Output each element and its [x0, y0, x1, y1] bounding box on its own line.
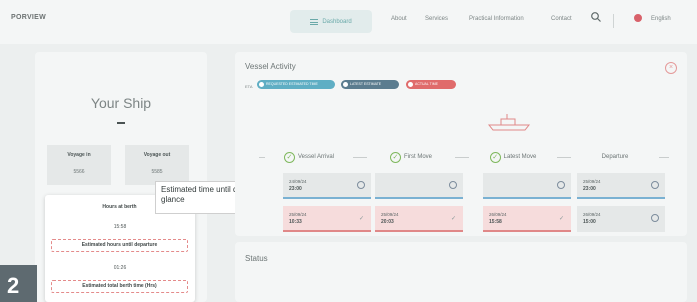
nav-services[interactable]: Services	[425, 16, 448, 22]
voyage-in-box: Voyage in 5566	[47, 145, 111, 185]
your-ship-title: Your Ship	[90, 95, 152, 111]
search-icon[interactable]	[590, 11, 602, 23]
stage-label: Vessel Arrival	[297, 154, 334, 160]
legend-dot-icon	[408, 82, 413, 87]
vessel-activity-card: Vessel Activity × ETA REQUESTED ESTIMATE…	[235, 52, 687, 236]
stage-latest-move: ✓ Latest Move	[469, 149, 557, 165]
hours-at-berth-value: 15:58	[113, 224, 127, 230]
ship-name-placeholder	[117, 122, 125, 124]
voyage-out-label: Voyage out	[143, 152, 171, 158]
cell-time: 15:00	[583, 219, 596, 225]
nav-about[interactable]: About	[391, 16, 407, 22]
legend-latest-estimate: LATEST ESTIMATE	[341, 80, 399, 89]
nav-practical-information[interactable]: Practical Information	[469, 16, 524, 22]
cell-time: 23:00	[583, 186, 596, 192]
actual-cell[interactable]: 25/09/24 20:03 ✓	[375, 206, 463, 232]
status-title: Status	[245, 254, 268, 263]
voyage-in-label: Voyage in	[67, 152, 91, 158]
actual-cell[interactable]: 25/09/24 10:33 ✓	[283, 206, 371, 232]
clock-icon	[449, 181, 457, 189]
cell-date: 25/09/24	[289, 212, 307, 217]
cell-date: 25/09/24	[583, 179, 601, 184]
nav-dashboard-label: Dashboard	[322, 18, 352, 25]
nav-divider	[613, 14, 614, 28]
checkmark-icon: ✓	[558, 216, 564, 222]
legend-label: REQUESTED ESTIMATED TIME	[266, 82, 318, 86]
actual-cell[interactable]: 26/09/24 15:00	[577, 206, 665, 232]
estimate-cell[interactable]: 24/09/24 23:00	[283, 173, 371, 199]
cell-time: 10:33	[289, 219, 302, 225]
legend-label: ACTUAL TIME	[415, 82, 438, 86]
voyage-out-box: Voyage out 5585	[125, 145, 189, 185]
menu-icon	[310, 18, 319, 25]
check-circle-icon: ✓	[489, 151, 501, 163]
actual-cell[interactable]: 26/09/24 15:58 ✓	[483, 206, 571, 232]
cell-time: 20:03	[381, 219, 394, 225]
legend-requested-estimated-time: REQUESTED ESTIMATED TIME	[257, 80, 335, 89]
cell-date: 26/09/24	[583, 212, 601, 217]
clock-icon	[357, 181, 365, 189]
stage-first-move: ✓ First Move	[367, 149, 455, 165]
cell-date: 24/09/24	[289, 179, 307, 184]
status-card: Status	[235, 242, 687, 302]
estimated-hours-until-departure-label: Estimated hours until departure	[51, 239, 188, 252]
voyage-out-value: 5585	[151, 169, 163, 175]
close-icon[interactable]: ×	[665, 62, 677, 74]
check-circle-icon: ✓	[283, 151, 295, 163]
cell-time: 15:58	[489, 219, 502, 225]
language-selector[interactable]: English	[651, 16, 671, 22]
vessel-activity-title: Vessel Activity	[245, 62, 296, 71]
checkmark-icon: ✓	[358, 216, 364, 222]
checkmark-icon: ✓	[450, 216, 456, 222]
stage-label: Departure	[601, 154, 629, 160]
stage-departure: Departure	[571, 149, 659, 165]
clock-icon	[557, 181, 565, 189]
top-navbar: PORVIEW Dashboard About Services Practic…	[0, 0, 697, 44]
estimate-cell[interactable]	[483, 173, 571, 199]
legend-label: LATEST ESTIMATE	[350, 82, 382, 86]
clock-icon	[651, 214, 659, 222]
step-number-badge: 2	[0, 265, 37, 302]
stage-label: Latest Move	[503, 154, 537, 160]
nav-contact[interactable]: Contact	[551, 16, 572, 22]
voyage-in-value: 5566	[73, 169, 85, 175]
logo[interactable]: PORVIEW	[11, 14, 46, 21]
cell-time: 23:00	[289, 186, 302, 192]
legend-dot-icon	[343, 82, 348, 87]
ship-icon	[487, 114, 531, 131]
estimate-cell[interactable]	[375, 173, 463, 199]
estimate-cell[interactable]: 25/09/24 23:00	[577, 173, 665, 199]
estimated-total-berth-time-label: Estimated total berth time (Hrs)	[51, 280, 188, 293]
language-flag-icon[interactable]	[634, 14, 642, 22]
nav-dashboard-button[interactable]: Dashboard	[290, 10, 372, 33]
legend-lead-label: ETA	[245, 84, 253, 89]
stage-vessel-arrival: ✓ Vessel Arrival	[265, 149, 353, 165]
estimated-hours-until-departure-value: 01:26	[113, 265, 127, 271]
clock-icon	[651, 181, 659, 189]
cell-date: 26/09/24	[489, 212, 507, 217]
legend-actual-time: ACTUAL TIME	[406, 80, 456, 89]
stage-label: First Move	[403, 154, 432, 160]
legend-dot-icon	[259, 82, 264, 87]
check-circle-icon: ✓	[389, 151, 401, 163]
cell-date: 25/09/24	[381, 212, 399, 217]
